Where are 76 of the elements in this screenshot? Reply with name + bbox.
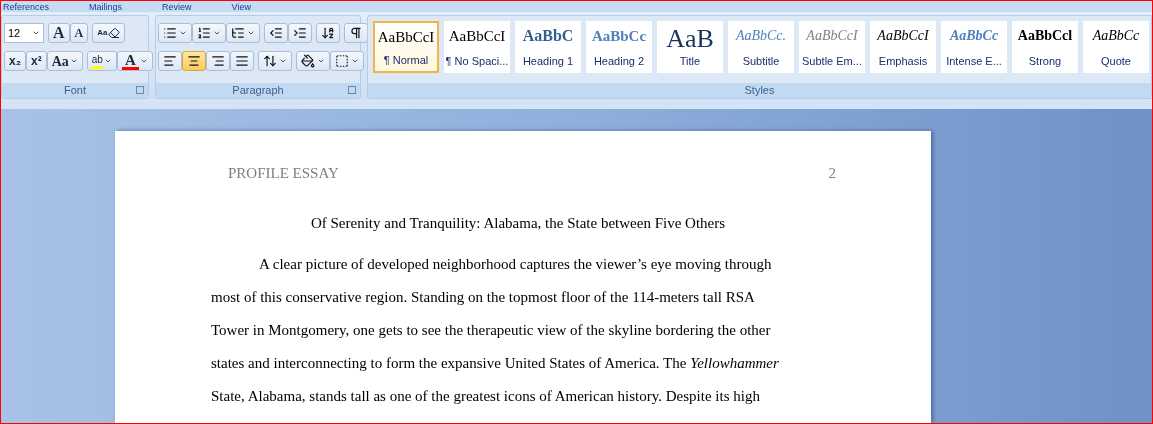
caret-icon	[351, 57, 359, 65]
caret-icon	[139, 57, 148, 65]
shading-button[interactable]	[296, 51, 330, 71]
paragraph-line: State, Alabama, stands tall as one of the greatest icons of American history. Despite its high	[211, 387, 761, 406]
eraser-icon	[108, 27, 121, 39]
caret-icon	[279, 57, 287, 65]
numbering-button[interactable]	[192, 23, 226, 43]
group-label: Styles	[744, 84, 775, 97]
list-icon	[163, 26, 177, 40]
align-center-button[interactable]	[182, 51, 206, 71]
caret-icon	[103, 57, 112, 65]
dialog-launcher-icon[interactable]	[136, 86, 144, 94]
align-right-icon	[211, 54, 225, 68]
subscript-button[interactable]: x₂	[4, 51, 26, 71]
style-gallery-item[interactable]: AaBbCcl Strong	[1012, 21, 1078, 73]
sort-icon	[321, 26, 335, 40]
decrease-indent-button[interactable]	[264, 23, 288, 43]
paragraph-line: Tower in Montgomery, one gets to see the therapeutic view of the skyline bordering the other	[211, 321, 772, 340]
ribbon-tab[interactable]: View	[231, 2, 251, 12]
page-header: PROFILE ESSAY	[228, 164, 339, 183]
show-marks-button[interactable]	[344, 23, 368, 43]
multilevel-list-button[interactable]	[226, 23, 260, 43]
indent-icon	[293, 26, 307, 40]
style-gallery-item[interactable]: AaBbCc. Subtitle	[728, 21, 794, 73]
dialog-launcher-icon[interactable]	[348, 86, 356, 94]
justify-icon	[235, 54, 249, 68]
bullets-button[interactable]	[158, 23, 192, 43]
style-gallery-item[interactable]: AaB Title	[657, 21, 723, 73]
style-gallery-item[interactable]: AaBbCcI ¶ No Spaci...	[444, 21, 510, 73]
increase-indent-button[interactable]	[288, 23, 312, 43]
caret-icon	[213, 29, 221, 37]
sort-button[interactable]	[316, 23, 340, 43]
paragraph-line: most of this conservative region. Standing on the topmost floor of the 114-meters tall RSA	[211, 288, 756, 307]
style-gallery-item[interactable]: AaBbCcI Subtle Em...	[799, 21, 865, 73]
style-gallery-item[interactable]: AaBbC Heading 1	[515, 21, 581, 73]
align-right-button[interactable]	[206, 51, 230, 71]
justify-button[interactable]	[230, 51, 254, 71]
style-gallery-item[interactable]: AaBbCc Heading 2	[586, 21, 652, 73]
borders-button[interactable]	[330, 51, 364, 71]
ribbon-tab[interactable]: References	[3, 2, 50, 12]
caret-icon	[69, 57, 78, 65]
dashed-square-icon	[335, 54, 349, 68]
group-label: Font	[64, 84, 86, 97]
style-gallery-item[interactable]: AaBbCcI ¶ Normal	[373, 21, 439, 73]
change-case-button[interactable]: Aa	[46, 51, 83, 71]
style-gallery-item[interactable]: AaBbCcI Emphasis	[870, 21, 936, 73]
highlight-button[interactable]: ab	[86, 51, 117, 71]
ribbon-tab[interactable]: Review	[162, 2, 192, 12]
line-spacing-button[interactable]	[258, 51, 292, 71]
font-size-field[interactable]: 12	[4, 23, 44, 43]
group-label: Paragraph	[232, 84, 284, 97]
align-center-icon	[187, 54, 201, 68]
grow-font-button[interactable]: A	[48, 23, 70, 43]
style-gallery-item[interactable]: AaBbCc Quote	[1083, 21, 1149, 73]
outdent-icon	[269, 26, 283, 40]
style-gallery-item[interactable]: AaBbCc Intense E...	[941, 21, 1007, 73]
numbered-list-icon	[197, 26, 211, 40]
caret-icon	[32, 29, 40, 37]
line-spacing-icon	[263, 54, 277, 68]
caret-icon	[247, 29, 255, 37]
paragraph-line: states and interconnecting to form the expansive United States of America. The Yellowhammer	[211, 354, 780, 373]
clear-formatting-button[interactable]: Aa	[92, 23, 126, 43]
paragraph-line: A clear picture of developed neighborhood captures the viewer’s eye moving through	[258, 255, 773, 274]
essay-title: Of Serenity and Tranquility: Alabama, the State between Five Others	[310, 213, 726, 233]
align-left-button[interactable]	[158, 51, 182, 71]
caret-icon	[317, 57, 325, 65]
tree-list-icon	[231, 26, 245, 40]
paint-bucket-icon	[301, 54, 315, 68]
font-color-button[interactable]: A	[116, 51, 153, 71]
shrink-font-button[interactable]: A	[69, 23, 89, 43]
caret-icon	[179, 29, 187, 37]
page-number: 2	[828, 164, 836, 183]
ribbon-tab[interactable]: Mailings	[89, 2, 123, 12]
align-left-icon	[163, 54, 177, 68]
pilcrow-icon	[349, 26, 363, 40]
superscript-button[interactable]: x²	[26, 51, 47, 71]
